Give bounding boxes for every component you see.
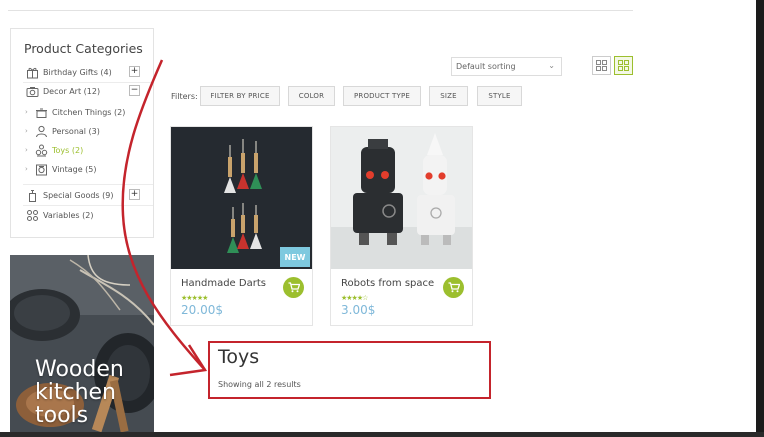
category-label: Toys (2) bbox=[52, 145, 84, 155]
grid-view-button[interactable] bbox=[614, 56, 633, 75]
category-vintage[interactable]: › Vintage (5) bbox=[25, 161, 97, 177]
sort-select[interactable]: Default sorting ⌄ bbox=[451, 57, 562, 76]
banner-line: kitchen bbox=[35, 380, 116, 405]
top-divider bbox=[8, 10, 633, 11]
category-personal[interactable]: › Personal (3) bbox=[25, 123, 100, 139]
divider bbox=[23, 205, 153, 206]
filter-product-type-button[interactable]: PRODUCT TYPE bbox=[343, 86, 421, 106]
category-label: Birthday Gifts (4) bbox=[43, 67, 112, 77]
product-image[interactable]: NEW bbox=[171, 127, 312, 269]
product-name[interactable]: Handmade Darts bbox=[181, 278, 266, 289]
star-rating: ★★★★★ bbox=[181, 294, 208, 302]
add-to-cart-button[interactable] bbox=[443, 277, 464, 298]
banner-line: tools bbox=[35, 403, 89, 428]
expand-toggle[interactable]: + bbox=[129, 66, 140, 77]
banner-heading: Wooden kitchen tools bbox=[35, 358, 154, 427]
collapse-toggle[interactable]: − bbox=[129, 85, 140, 96]
chevron-right-icon: › bbox=[25, 165, 28, 173]
promo-banner[interactable]: Wooden kitchen tools bbox=[10, 255, 154, 432]
category-variables[interactable]: Variables (2) bbox=[25, 207, 93, 223]
add-to-cart-button[interactable] bbox=[283, 277, 304, 298]
camera-icon bbox=[25, 85, 39, 98]
toy-icon bbox=[34, 144, 48, 157]
window-edge bbox=[0, 432, 764, 437]
category-citchen-things[interactable]: › Citchen Things (2) bbox=[25, 104, 125, 120]
product-card[interactable]: NEW Handmade Darts ★★★★★ 20.00$ bbox=[170, 126, 313, 326]
chevron-right-icon: › bbox=[25, 127, 28, 135]
pot-icon bbox=[34, 106, 48, 119]
divider bbox=[23, 184, 153, 185]
window-edge bbox=[756, 0, 764, 437]
banner-line: Wooden bbox=[35, 357, 124, 382]
gift-icon bbox=[25, 66, 39, 79]
person-icon bbox=[34, 125, 48, 138]
category-birthday-gifts[interactable]: Birthday Gifts (4) bbox=[25, 64, 112, 80]
filter-by-price-button[interactable]: FILTER BY PRICE bbox=[200, 86, 280, 106]
list-view-icon bbox=[596, 60, 607, 71]
category-label: Decor Art (12) bbox=[43, 86, 101, 96]
variables-icon bbox=[25, 209, 39, 222]
category-label: Variables (2) bbox=[43, 210, 94, 220]
sort-value: Default sorting bbox=[456, 62, 516, 71]
bottle-icon bbox=[25, 189, 39, 202]
category-label: Personal (3) bbox=[52, 126, 100, 136]
cart-icon bbox=[448, 282, 460, 293]
category-title-block: Toys Showing all 2 results bbox=[208, 341, 491, 399]
category-special-goods[interactable]: Special Goods (9) bbox=[25, 187, 113, 203]
category-label: Vintage (5) bbox=[52, 164, 97, 174]
star-rating: ★★★★☆ bbox=[341, 294, 368, 302]
product-image[interactable] bbox=[331, 127, 472, 269]
page-title: Toys bbox=[218, 346, 260, 368]
product-categories-widget: Product Categories Birthday Gifts (4) + … bbox=[10, 28, 154, 238]
result-count: Showing all 2 results bbox=[218, 380, 301, 389]
chevron-right-icon: › bbox=[25, 146, 28, 154]
chevron-right-icon: › bbox=[25, 108, 28, 116]
grid-view-icon bbox=[618, 60, 629, 71]
product-price: 20.00$ bbox=[181, 303, 223, 317]
product-price: 3.00$ bbox=[341, 303, 376, 317]
chevron-down-icon: ⌄ bbox=[548, 61, 555, 70]
cart-icon bbox=[288, 282, 300, 293]
category-label: Special Goods (9) bbox=[43, 190, 114, 200]
vintage-radio-icon bbox=[34, 163, 48, 176]
filters-label: Filters: bbox=[171, 92, 198, 101]
filter-color-button[interactable]: COLOR bbox=[288, 86, 335, 106]
new-badge: NEW bbox=[280, 247, 310, 267]
product-card[interactable]: Robots from space ★★★★☆ 3.00$ bbox=[330, 126, 473, 326]
category-decor-art[interactable]: Decor Art (12) bbox=[25, 83, 100, 99]
list-view-button[interactable] bbox=[592, 56, 611, 75]
widget-title: Product Categories bbox=[24, 41, 143, 56]
category-label: Citchen Things (2) bbox=[52, 107, 126, 117]
filter-size-button[interactable]: SIZE bbox=[429, 86, 468, 106]
product-name[interactable]: Robots from space bbox=[341, 278, 434, 289]
filter-style-button[interactable]: STYLE bbox=[477, 86, 522, 106]
expand-toggle[interactable]: + bbox=[129, 189, 140, 200]
category-toys[interactable]: › Toys (2) bbox=[25, 142, 83, 158]
